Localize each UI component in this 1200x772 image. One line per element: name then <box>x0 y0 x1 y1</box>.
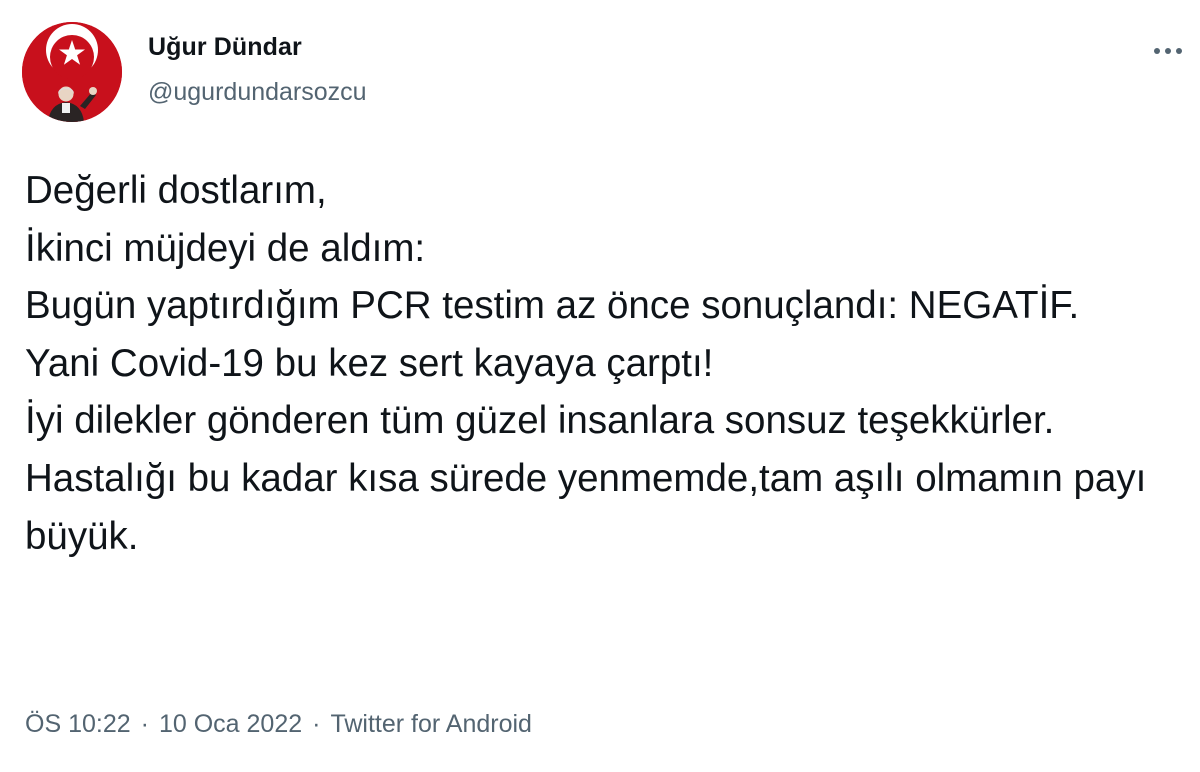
more-options-icon <box>1154 48 1182 54</box>
avatar[interactable] <box>22 22 122 122</box>
tweet-source[interactable]: Twitter for Android <box>330 710 531 738</box>
tweet-text: Değerli dostlarım, İkinci müjdeyi de ald… <box>25 169 1147 558</box>
author-name[interactable]: Uğur Dündar <box>148 33 302 62</box>
tweet-time[interactable]: ÖS 10:22 <box>25 710 131 738</box>
tweet-meta: ÖS 10:22 · 10 Oca 2022 · Twitter for Android <box>25 710 532 739</box>
author-handle[interactable]: @ugurdundarsozcu <box>148 78 367 107</box>
turkish-flag-profile-icon <box>22 22 122 122</box>
tweet-card: Uğur Dündar @ugurdundarsozcu Değerli dos… <box>0 0 1200 772</box>
tweet-date[interactable]: 10 Oca 2022 <box>159 710 302 738</box>
more-options-button[interactable] <box>1150 36 1186 66</box>
meta-separator: · <box>312 710 321 738</box>
meta-separator: · <box>140 710 149 738</box>
